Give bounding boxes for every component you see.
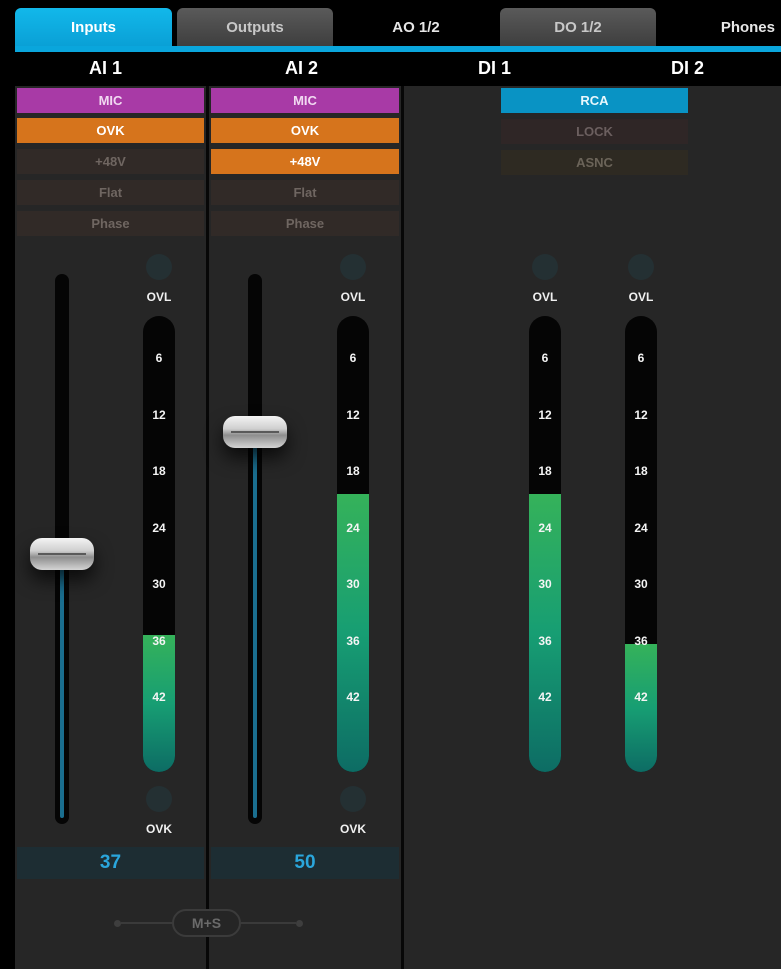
meter-tick-label: 30 — [152, 577, 166, 591]
meter-tick-label: 12 — [152, 408, 166, 422]
di2-ovl-led — [628, 254, 654, 280]
meter-tick-label: 30 — [634, 577, 648, 591]
ms-link-line-right — [241, 922, 296, 924]
tab-underline — [15, 46, 781, 52]
meter-tick-label: 18 — [346, 464, 360, 478]
meter-tick-label: 24 — [152, 521, 166, 535]
meter-tick-label: 42 — [538, 690, 552, 704]
meter-tick-label: 36 — [152, 634, 166, 648]
tab-do-1-2[interactable]: DO 1/2 — [500, 8, 656, 46]
ai2-meter-scale: 6 12 18 24 30 36 42 — [337, 316, 369, 772]
tab-bar: Inputs Outputs AO 1/2 DO 1/2 Phones — [0, 0, 781, 56]
meter-tick-label: 24 — [346, 521, 360, 535]
ms-link-line-left — [121, 922, 172, 924]
channel-strip-digital — [404, 86, 781, 969]
ms-link-button[interactable]: M+S — [172, 909, 241, 937]
meter-tick-label: 18 — [538, 464, 552, 478]
ms-link-dot-left — [114, 920, 121, 927]
ai1-flat-button[interactable]: Flat — [17, 180, 204, 205]
ai2-phase-button[interactable]: Phase — [211, 211, 399, 236]
ai1-ovl-led — [146, 254, 172, 280]
ai2-ovl-led — [340, 254, 366, 280]
meter-tick-label: 24 — [634, 521, 648, 535]
meter-tick-label: 6 — [155, 351, 163, 365]
di2-level-meter: 6 12 18 24 30 36 42 — [625, 316, 657, 772]
di1-rca-button[interactable]: RCA — [501, 88, 688, 113]
ai1-ovk-button[interactable]: OVK — [17, 118, 204, 143]
meter-tick-label: 6 — [541, 351, 549, 365]
ai2-ovl-label: OVL — [340, 290, 366, 304]
ai1-ovk-led — [146, 786, 172, 812]
di1-ovl-label: OVL — [532, 290, 558, 304]
ai1-meter-scale: 6 12 18 24 30 36 42 — [143, 316, 175, 772]
meter-tick-label: 12 — [346, 408, 360, 422]
ms-link-dot-right — [296, 920, 303, 927]
meter-tick-label: 36 — [538, 634, 552, 648]
di1-lock-indicator: LOCK — [501, 119, 688, 144]
ai1-mic-button[interactable]: MIC — [17, 88, 204, 113]
di1-level-meter: 6 12 18 24 30 36 42 — [529, 316, 561, 772]
meter-tick-label: 12 — [538, 408, 552, 422]
di2-meter-scale: 6 12 18 24 30 36 42 — [625, 316, 657, 772]
channel-title-di2: DI 2 — [671, 58, 705, 78]
meter-tick-label: 18 — [634, 464, 648, 478]
meter-tick-label: 36 — [346, 634, 360, 648]
ai2-fader-knob[interactable] — [223, 416, 287, 448]
meter-tick-label: 12 — [634, 408, 648, 422]
ai1-gain-value[interactable]: 37 — [17, 847, 204, 879]
di1-asnc-indicator: ASNC — [501, 150, 688, 175]
ai2-phantom-button[interactable]: +48V — [211, 149, 399, 174]
ai1-fader-fill — [60, 554, 64, 818]
di2-ovl-label: OVL — [628, 290, 654, 304]
tab-outputs[interactable]: Outputs — [177, 8, 333, 46]
channel-title-ai2: AI 2 — [285, 58, 319, 78]
ai1-phantom-button[interactable]: +48V — [17, 149, 204, 174]
meter-tick-label: 18 — [152, 464, 166, 478]
ai2-flat-button[interactable]: Flat — [211, 180, 399, 205]
ai1-fader-knob[interactable] — [30, 538, 94, 570]
channel-title-ai1: AI 1 — [89, 58, 123, 78]
meter-tick-label: 6 — [637, 351, 645, 365]
strip-divider — [401, 86, 404, 969]
di1-meter-scale: 6 12 18 24 30 36 42 — [529, 316, 561, 772]
ai2-fader-fill — [253, 432, 257, 818]
meter-tick-label: 36 — [634, 634, 648, 648]
ai2-ovk-label: OVK — [339, 822, 366, 836]
tab-inputs[interactable]: Inputs — [15, 8, 172, 46]
ai2-ovk-button[interactable]: OVK — [211, 118, 399, 143]
ai2-level-meter: 6 12 18 24 30 36 42 — [337, 316, 369, 772]
ai1-ovk-label: OVK — [145, 822, 172, 836]
ai1-level-meter: 6 12 18 24 30 36 42 — [143, 316, 175, 772]
ai2-gain-value[interactable]: 50 — [211, 847, 399, 879]
meter-tick-label: 24 — [538, 521, 552, 535]
meter-tick-label: 42 — [346, 690, 360, 704]
tab-ao-1-2[interactable]: AO 1/2 — [338, 8, 494, 46]
ai2-ovk-led — [340, 786, 366, 812]
ai1-phase-button[interactable]: Phase — [17, 211, 204, 236]
strip-divider — [206, 86, 209, 969]
ai1-ovl-label: OVL — [146, 290, 172, 304]
meter-tick-label: 30 — [538, 577, 552, 591]
meter-tick-label: 30 — [346, 577, 360, 591]
di1-ovl-led — [532, 254, 558, 280]
meter-tick-label: 42 — [634, 690, 648, 704]
tab-phones[interactable]: Phones — [661, 8, 781, 46]
meter-tick-label: 42 — [152, 690, 166, 704]
channel-title-di1: DI 1 — [478, 58, 512, 78]
ai2-mic-button[interactable]: MIC — [211, 88, 399, 113]
meter-tick-label: 6 — [349, 351, 357, 365]
